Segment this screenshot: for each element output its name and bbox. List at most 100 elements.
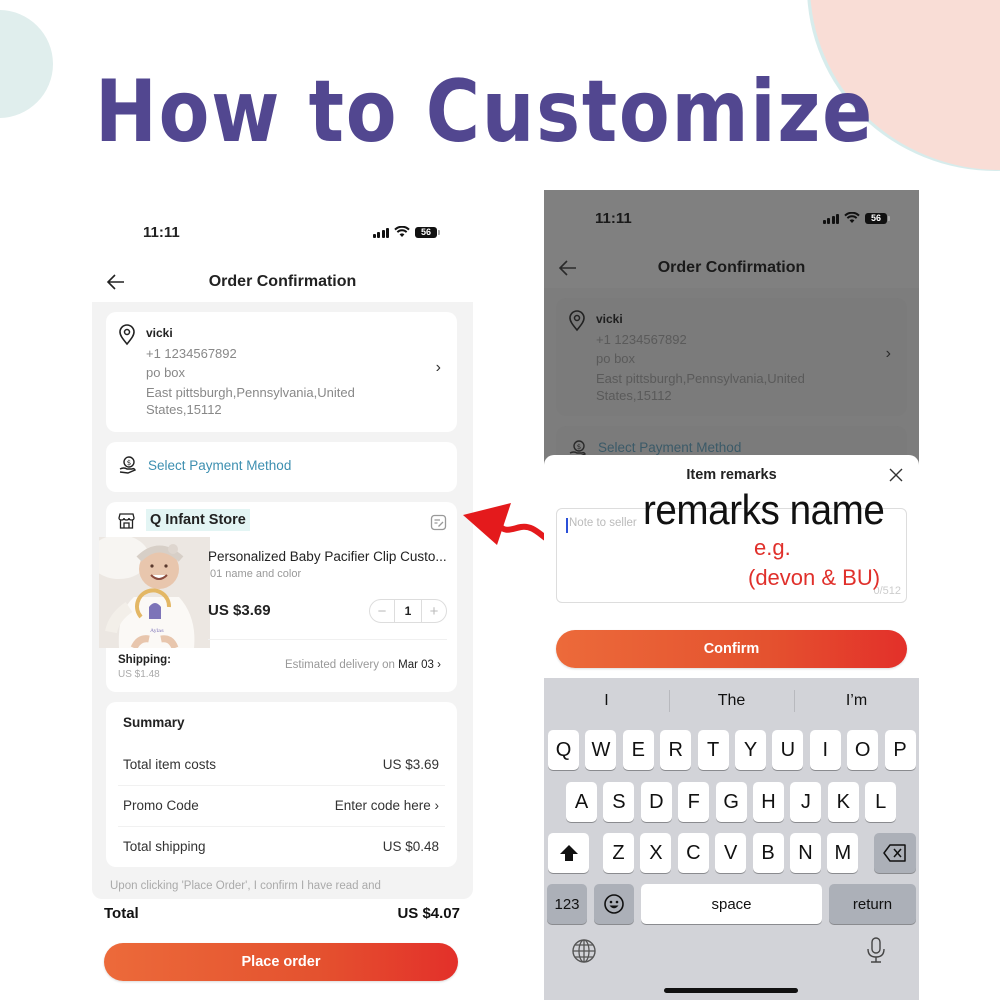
shipping-value: US $1.48 (118, 669, 160, 680)
emoji-icon (604, 894, 624, 914)
key-y[interactable]: Y (735, 730, 766, 770)
address-lines: vicki +1 1234567892 po box East pittsbur… (596, 310, 805, 406)
chevron-right-icon: › (437, 659, 441, 671)
key-j[interactable]: J (790, 782, 822, 822)
nav-bar: Order Confirmation (90, 262, 475, 302)
key-p[interactable]: P (884, 730, 916, 770)
key-g[interactable]: G (715, 782, 747, 822)
increase-quantity-button[interactable]: + (422, 603, 446, 620)
promo-code-link[interactable]: Enter code here › (335, 798, 439, 813)
content-area: vicki +1 1234567892 po box East pittsbur… (92, 302, 473, 899)
key-h[interactable]: H (753, 782, 784, 822)
key-t[interactable]: T (697, 730, 729, 770)
recipient-name: vicki (146, 326, 173, 340)
suggestion[interactable]: I (544, 678, 669, 724)
nav-bar: Order Confirmation (544, 248, 919, 288)
annotation-heading: remarks name (643, 486, 885, 533)
page-title: Order Confirmation (208, 273, 357, 290)
key-a[interactable]: A (566, 782, 597, 822)
space-key[interactable]: space (641, 884, 822, 924)
key-x[interactable]: X (640, 833, 672, 873)
order-confirmation-screen: 11:11 56 Order Confirmation vicki +1 123… (90, 200, 475, 1000)
select-payment-link[interactable]: Select Payment Method (148, 458, 291, 473)
address-line-1: po box (596, 351, 636, 366)
recipient-phone: +1 1234567892 (596, 331, 687, 347)
product-title[interactable]: Personalized Baby Pacifier Clip Custo... (208, 549, 447, 564)
quantity-stepper: − 1 + (369, 599, 447, 623)
sheet-title: Item remarks (686, 467, 777, 483)
summary-title: Summary (123, 715, 185, 730)
key-e[interactable]: E (622, 730, 654, 770)
key-v[interactable]: V (715, 833, 747, 873)
suggestion-bar: I The I’m (544, 678, 919, 724)
key-d[interactable]: D (640, 782, 672, 822)
key-k[interactable]: K (827, 782, 859, 822)
svg-text:$: $ (127, 459, 131, 467)
shift-key[interactable] (548, 833, 589, 873)
key-s[interactable]: S (603, 782, 635, 822)
status-bar: 11:11 56 (544, 198, 919, 238)
key-f[interactable]: F (678, 782, 710, 822)
recipient-name: vicki (596, 312, 623, 326)
suggestion[interactable]: The (669, 678, 794, 724)
key-m[interactable]: M (827, 833, 859, 873)
address-lines: vicki +1 1234567892 po box East pittsbur… (146, 324, 355, 420)
product-image[interactable]: Aylas (99, 537, 210, 648)
quantity-value[interactable]: 1 (394, 600, 422, 622)
summary-label: Total item costs (123, 756, 217, 772)
payment-method-card[interactable]: $ Select Payment Method (106, 442, 457, 492)
address-line-1: po box (146, 365, 186, 380)
place-order-button[interactable]: Place order (104, 943, 458, 981)
product-price: US $3.69 (208, 602, 271, 619)
return-key[interactable]: return (829, 884, 916, 924)
baby-photo-illustration: Aylas (99, 537, 210, 648)
summary-row-promo-code[interactable]: Promo Code Enter code here › (123, 785, 439, 825)
arrow-left-icon[interactable] (556, 256, 580, 280)
recipient-phone: +1 1234567892 (146, 345, 237, 361)
key-r[interactable]: R (660, 730, 692, 770)
close-icon[interactable] (888, 467, 904, 483)
summary-row-shipping: Total shipping US $0.48 (123, 826, 439, 866)
annotation-eg: e.g. (754, 535, 791, 560)
key-z[interactable]: Z (603, 833, 634, 873)
emoji-key[interactable] (594, 884, 634, 924)
total-label: Total (104, 905, 139, 922)
store-order-card: Q Infant Store Aylas Personalized Baby P… (99, 502, 457, 692)
decorative-circle-left (0, 10, 53, 118)
estimated-delivery[interactable]: Estimated delivery on Mar 03 › (285, 659, 441, 671)
total-value: US $4.07 (397, 905, 460, 922)
key-n[interactable]: N (790, 833, 821, 873)
numbers-key[interactable]: 123 (547, 884, 587, 924)
key-l[interactable]: L (865, 782, 897, 822)
backspace-icon (883, 844, 906, 862)
wifi-icon (844, 212, 860, 223)
backspace-key[interactable] (874, 833, 916, 873)
total-row: Total US $4.07 (104, 905, 460, 922)
wifi-icon (394, 226, 410, 237)
globe-icon[interactable] (571, 938, 597, 964)
address-card[interactable]: vicki +1 1234567892 po box East pittsbur… (106, 312, 457, 432)
key-i[interactable]: I (809, 730, 841, 770)
store-name[interactable]: Q Infant Store (146, 509, 250, 531)
edit-note-icon[interactable] (430, 514, 447, 531)
signal-icon (822, 213, 839, 224)
key-c[interactable]: C (677, 833, 709, 873)
confirm-button[interactable]: Confirm (556, 630, 907, 668)
remarks-placeholder: Note to seller (569, 517, 637, 529)
key-q[interactable]: Q (548, 730, 579, 770)
key-u[interactable]: U (772, 730, 804, 770)
key-w[interactable]: W (585, 730, 617, 770)
summary-value: US $0.48 (382, 838, 439, 854)
arrow-left-icon[interactable] (104, 270, 128, 294)
item-remarks-sheet: Item remarks Note to seller 0/512 remark… (544, 455, 919, 680)
status-bar: 11:11 56 (90, 212, 475, 252)
key-o[interactable]: O (847, 730, 879, 770)
key-b[interactable]: B (752, 833, 784, 873)
page-headline: How to Customize (95, 62, 874, 162)
product-variant: 01 name and color (210, 568, 302, 580)
microphone-icon[interactable] (866, 936, 886, 964)
hand-dollar-icon: $ (119, 456, 136, 474)
summary-value: US $3.69 (382, 756, 439, 772)
suggestion[interactable]: I’m (794, 678, 919, 724)
decrease-quantity-button[interactable]: − (370, 603, 394, 620)
